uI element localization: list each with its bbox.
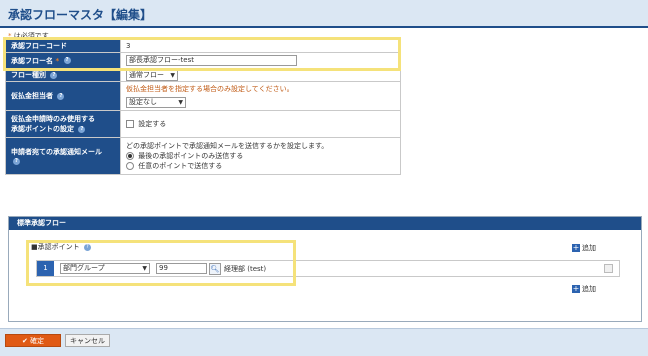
chevron-down-icon: ▼: [178, 99, 183, 106]
cell-payment-person: 仮払金担当者を指定する場合のみ設定してください。 設定なし ▼: [120, 81, 401, 111]
cell-payment-only: 設定する: [120, 110, 401, 138]
help-icon[interactable]: ?: [50, 71, 58, 79]
help-icon[interactable]: ?: [57, 92, 65, 100]
help-icon[interactable]: ?: [78, 125, 86, 133]
page: 承認フローマスタ【編集】 * は必須です 承認フローコード 3 承認フロー名 *…: [0, 0, 648, 356]
confirm-label: 確定: [30, 337, 45, 345]
highlight-frame-bottom: [26, 240, 296, 286]
label-payment-only-line2: 承認ポイントの設定: [11, 125, 74, 133]
highlight-frame-top: [3, 37, 401, 71]
notify-radio-any[interactable]: [126, 162, 134, 170]
payment-only-checkbox[interactable]: [126, 120, 134, 128]
label-flow-type-text: フロー種別: [11, 71, 46, 79]
label-payment-only: 仮払金申請時のみ使用する 承認ポイントの設定 ?: [5, 110, 121, 138]
flow-type-value: 通常フロー: [129, 70, 164, 79]
page-title: 承認フローマスタ【編集】: [8, 8, 153, 22]
notify-radio-last[interactable]: [126, 152, 134, 160]
payment-person-value: 設定なし: [129, 98, 157, 106]
flow-type-select[interactable]: 通常フロー ▼: [126, 69, 178, 81]
plus-icon: +: [572, 284, 580, 293]
add-label: 追加: [582, 244, 596, 252]
notify-description: どの承認ポイントで承認通知メールを送信するかを設定します。: [126, 142, 329, 150]
flow-panel-title: 標準承認フロー: [9, 217, 641, 230]
check-icon: ✔: [21, 337, 28, 345]
title-bar: 承認フローマスタ【編集】: [0, 0, 648, 28]
label-payment-only-line1: 仮払金申請時のみ使用する: [11, 115, 95, 123]
notify-radio-any-label: 任意のポイントで送信する: [138, 162, 223, 170]
label-payment-person: 仮払金担当者 ?: [5, 81, 121, 111]
add-button-bottom[interactable]: + 追加: [572, 284, 596, 294]
label-payment-person-text: 仮払金担当者: [11, 92, 53, 100]
payment-note: 仮払金担当者を指定する場合のみ設定してください。: [126, 85, 294, 93]
add-button-top[interactable]: + 追加: [572, 243, 596, 253]
plus-icon: +: [572, 243, 580, 252]
payment-only-checkbox-label: 設定する: [138, 120, 167, 128]
confirm-button[interactable]: ✔ 確定: [5, 334, 61, 347]
label-notify-mail-text: 申請者宛ての承認通知メール: [11, 148, 102, 156]
notify-radio-last-label: 最後の承認ポイントのみ送信する: [138, 152, 244, 160]
cancel-button[interactable]: キャンセル: [65, 334, 110, 347]
label-notify-mail: 申請者宛ての承認通知メール ?: [5, 137, 121, 175]
help-icon[interactable]: ?: [13, 157, 20, 165]
payment-person-select[interactable]: 設定なし ▼: [126, 97, 186, 108]
cell-notify-mail: どの承認ポイントで承認通知メールを送信するかを設定します。 最後の承認ポイントの…: [120, 137, 401, 175]
row-delete-checkbox[interactable]: [604, 264, 613, 273]
add-label: 追加: [582, 285, 596, 293]
chevron-down-icon: ▼: [170, 71, 175, 79]
